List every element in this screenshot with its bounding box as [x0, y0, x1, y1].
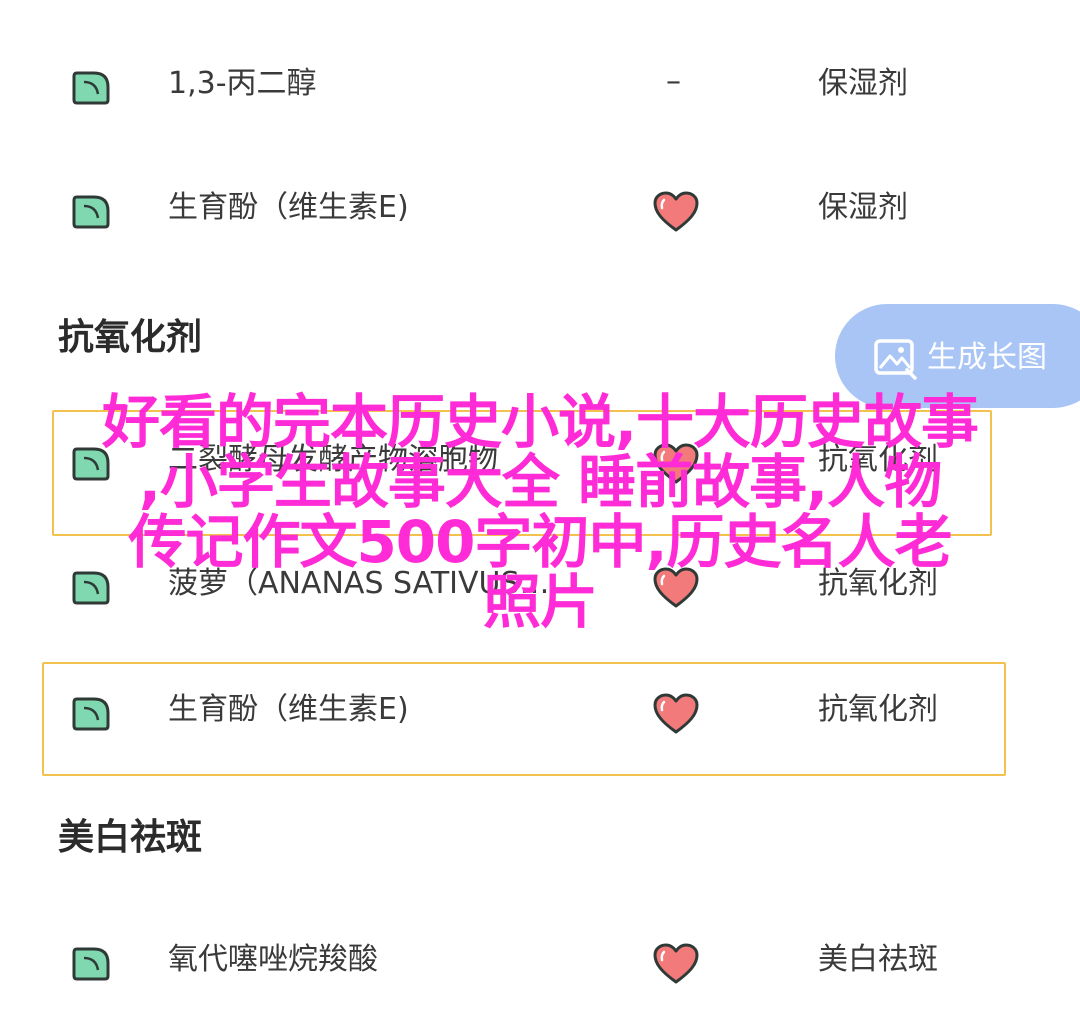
- overlay-line: 好看的完本历史小说,十大历史故事: [101, 388, 979, 456]
- overlay-line: ,小学生故事大全 睡前故事,人物: [138, 448, 942, 516]
- ingredient-function: 保湿剂: [818, 66, 908, 101]
- overlay-line: 照片: [482, 568, 598, 636]
- image-icon: [874, 339, 917, 380]
- leaf-icon: [72, 71, 110, 105]
- section-title-antioxidant: 抗氧化剂: [58, 317, 203, 358]
- overlay-line: 传记作文500字初中,历史名人老: [128, 508, 952, 576]
- overlay-headline: 好看的完本历史小说,十大历史故事 ,小学生故事大全 睡前故事,人物 传记作文50…: [0, 392, 1080, 632]
- generate-long-image-label: 生成长图: [927, 340, 1047, 375]
- ingredient-row[interactable]: 1,3-丙二醇 – 保湿剂: [0, 34, 1080, 144]
- safety-rating: –: [666, 64, 681, 99]
- leaf-icon: [72, 947, 110, 981]
- ingredient-name: 1,3-丙二醇: [168, 66, 317, 101]
- heart-icon: [653, 943, 699, 984]
- highlight-frame: [42, 662, 1006, 776]
- ingredient-function: 美白祛斑: [818, 942, 938, 977]
- ingredient-name: 氧代噻唑烷羧酸: [168, 942, 378, 977]
- ingredient-list-page: 1,3-丙二醇 – 保湿剂 生育酚（维生素E) 保湿剂 抗氧化剂 生成长图 二裂…: [0, 0, 1080, 1036]
- section-title-whitening: 美白祛斑: [58, 817, 203, 858]
- ingredient-row[interactable]: 生育酚（维生素E) 保湿剂: [0, 158, 1080, 268]
- leaf-icon: [72, 195, 110, 229]
- ingredient-function: 保湿剂: [818, 190, 908, 225]
- ingredient-name: 生育酚（维生素E): [168, 190, 409, 225]
- ingredient-row[interactable]: 氧代噻唑烷羧酸 美白祛斑: [0, 910, 1080, 1020]
- heart-icon: [653, 191, 699, 232]
